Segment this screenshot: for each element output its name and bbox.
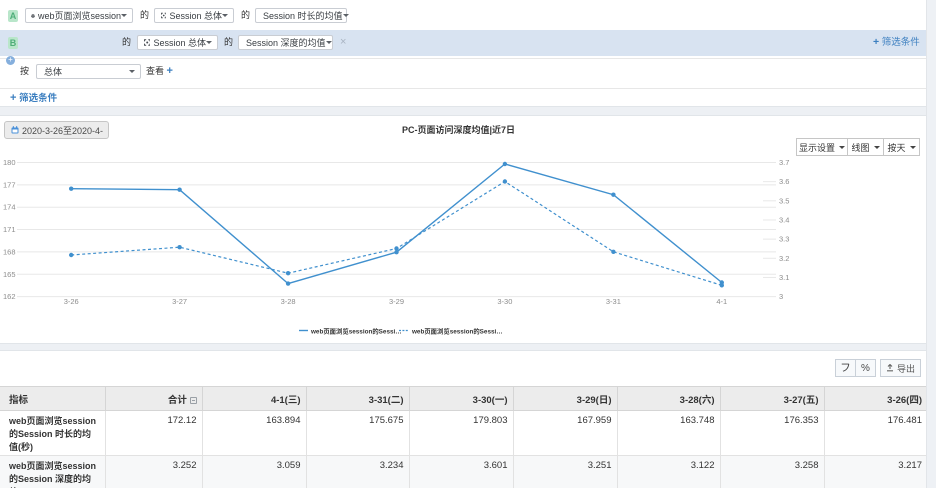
svg-text:4-1: 4-1 — [716, 297, 727, 306]
svg-text:171: 171 — [3, 225, 16, 234]
svg-text:3-27: 3-27 — [172, 297, 187, 306]
svg-text:162: 162 — [3, 292, 16, 301]
svg-text:3.1: 3.1 — [779, 273, 789, 282]
svg-text:3.3: 3.3 — [779, 235, 789, 244]
svg-text:177: 177 — [3, 180, 16, 189]
svg-text:3.6: 3.6 — [779, 177, 789, 186]
svg-text:168: 168 — [3, 247, 16, 256]
svg-text:3-26: 3-26 — [64, 297, 79, 306]
svg-text:165: 165 — [3, 270, 16, 279]
svg-text:web页面浏览session的Sessi…: web页面浏览session的Sessi… — [411, 327, 503, 336]
svg-text:web页面浏览session的Sessi…: web页面浏览session的Sessi… — [310, 327, 402, 336]
svg-text:174: 174 — [3, 203, 16, 212]
svg-text:3-29: 3-29 — [389, 297, 404, 306]
svg-text:3: 3 — [779, 292, 783, 301]
svg-text:3.7: 3.7 — [779, 158, 789, 167]
svg-text:180: 180 — [3, 158, 16, 167]
svg-text:3-30: 3-30 — [497, 297, 512, 306]
svg-text:3.5: 3.5 — [779, 196, 789, 205]
svg-text:3-31: 3-31 — [606, 297, 621, 306]
svg-text:3-28: 3-28 — [281, 297, 296, 306]
svg-text:3.4: 3.4 — [779, 216, 789, 225]
svg-text:3.2: 3.2 — [779, 254, 789, 263]
